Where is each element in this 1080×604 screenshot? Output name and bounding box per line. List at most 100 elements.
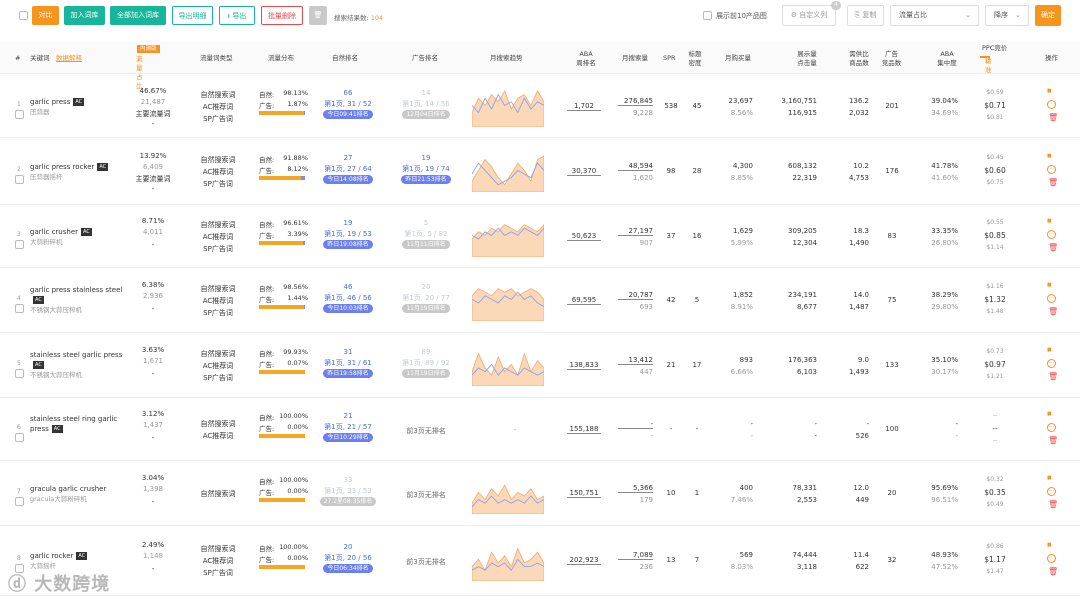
trash-icon[interactable]: 🗑 [1048,500,1058,509]
trash-icon[interactable]: 🗑 [1048,307,1058,316]
ad-rank[interactable]: 19 [398,154,454,162]
chart-icon[interactable]: ▮▮ [1047,542,1051,548]
more-icon[interactable]: ··· [1047,423,1056,432]
keyword-text[interactable]: garlic press rocker [30,163,94,171]
monthly-trend-chart[interactable] [472,474,544,514]
trash-icon[interactable]: 🗑 [1048,243,1058,252]
more-icon[interactable]: ··· [1047,294,1056,303]
keyword-text[interactable]: stainless steel garlic press [30,351,122,359]
keyword-text[interactable]: garlic press stainless steel [30,286,122,294]
row-checkbox[interactable] [15,175,24,184]
aba-rank[interactable]: 69,595 [567,296,601,305]
monthly-search[interactable]: 5,366 [618,484,653,493]
natural-rank[interactable]: 21 [320,412,376,420]
natural-rank[interactable]: 19 [320,219,376,227]
chart-icon[interactable]: ▮▮ [1047,282,1051,288]
ad-rank[interactable]: 14 [398,89,454,97]
monthly-search[interactable]: 20,787 [618,291,653,300]
add-to-library-button[interactable]: 加入词库 [64,6,105,25]
trash-button[interactable]: 🗑 [309,6,327,25]
aba-rank[interactable]: 1,702 [567,102,601,111]
more-icon[interactable]: ··· [1047,165,1056,174]
product-count: 449 [855,496,869,504]
natural-rank[interactable]: 20 [320,543,376,551]
more-icon[interactable]: ··· [1047,230,1056,239]
row-checkbox[interactable] [15,240,24,249]
monthly-trend-chart[interactable] [472,217,544,257]
ad-rank[interactable]: 5 [398,219,454,227]
product-count: 1,493 [848,368,869,376]
natural-rank[interactable]: 46 [320,283,376,291]
copy-button[interactable]: ⎘ 复制 [847,5,884,26]
aba-rank[interactable]: 138,833 [567,361,601,370]
chart-icon[interactable]: ▮▮ [1047,411,1051,417]
natural-label: 自然: [259,156,275,164]
monthly-search[interactable]: 48,594 [618,162,653,171]
keyword-text[interactable]: garlic crusher [30,228,78,236]
keyword-text[interactable]: stainless steel ring garlic press [30,415,117,433]
export-button[interactable]: ⭳ 导出 [219,6,255,25]
natural-rank[interactable]: 33 [320,476,376,484]
trash-icon[interactable]: 🗑 [1048,567,1058,576]
more-icon[interactable]: ··· [1047,487,1056,496]
custom-columns-button[interactable]: ⚙ 自定义列 [782,5,836,26]
more-icon[interactable]: ··· [1047,554,1056,563]
trash-icon[interactable]: 🗑 [1048,372,1058,381]
ad-rank[interactable]: 89 [398,348,454,356]
keyword-text[interactable]: garlic rocker [30,552,73,560]
chart-icon[interactable]: ▮▮ [1047,88,1051,94]
keyword-text[interactable]: gracula garlic crusher [30,485,106,493]
traffic-volume: 6,409 [142,163,164,171]
show-top10-checkbox[interactable] [703,11,712,20]
data-explain-link[interactable]: 数据解释 [56,54,82,63]
confirm-button[interactable]: 确定 [1035,5,1061,26]
aba-rank[interactable]: 50,623 [567,232,601,241]
trash-icon[interactable]: 🗑 [1048,113,1058,122]
batch-delete-button[interactable]: 批量删除 [261,6,303,25]
ad-rank-time: 11月11日排名 [402,240,450,249]
aba-rank[interactable]: 150,751 [567,489,601,498]
aba-rank[interactable]: 155,188 [567,425,601,434]
chart-icon[interactable]: ▮▮ [1047,153,1051,159]
col-traffic-dist: 流量分布 [268,54,294,62]
chart-icon[interactable]: ▮▮ [1047,218,1051,224]
row-checkbox[interactable] [15,110,24,119]
monthly-search[interactable]: 27,197 [618,227,653,236]
sort-order-select[interactable]: 降序 ⌄ [985,5,1029,26]
aba-rank[interactable]: 30,370 [567,167,601,176]
ad-rank[interactable]: 20 [398,283,454,291]
trash-icon[interactable]: 🗑 [1048,436,1058,445]
row-checkbox[interactable] [15,304,24,313]
monthly-trend-chart[interactable] [472,346,544,386]
monthly-trend-chart[interactable] [472,541,544,581]
row-index: 2 [17,166,21,173]
compare-button[interactable]: 对比 [32,6,59,25]
monthly-search[interactable]: 276,845 [618,97,653,106]
more-icon[interactable]: ··· [1047,100,1056,109]
monthly-trend-chart[interactable] [472,87,544,127]
row-checkbox[interactable] [15,369,24,378]
add-all-to-library-button[interactable]: 全部加入词库 [110,6,166,25]
row-checkbox[interactable] [15,433,24,442]
monthly-search[interactable]: 13,412 [618,356,653,365]
natural-rank[interactable]: 27 [320,154,376,162]
monthly-trend-chart[interactable] [472,152,544,192]
chart-icon[interactable]: ▮▮ [1047,475,1051,481]
natural-rank[interactable]: 66 [320,89,376,97]
keyword-text[interactable]: garlic press [30,98,70,106]
aba-concentration-sub: 26.80% [931,239,958,247]
trash-icon[interactable]: 🗑 [1048,178,1058,187]
natural-rank-page: 第1页, 27 / 64 [324,165,372,173]
sort-field-select[interactable]: 流量占比 ⌄ [890,5,979,26]
aba-rank[interactable]: 202,923 [567,556,601,565]
monthly-trend-chart[interactable] [472,281,544,321]
monthly-search[interactable]: - [618,420,653,429]
monthly-search[interactable]: 7,089 [618,551,653,560]
export-details-button[interactable]: 导出明细 [172,6,213,25]
natural-rank[interactable]: 31 [320,348,376,356]
more-icon[interactable]: ··· [1047,359,1056,368]
select-all-checkbox[interactable] [19,11,28,20]
chart-icon[interactable]: ▮▮ [1047,347,1051,353]
row-checkbox[interactable] [15,497,24,506]
ppc-filter-select[interactable]: 精准 ⌄ [980,56,992,74]
